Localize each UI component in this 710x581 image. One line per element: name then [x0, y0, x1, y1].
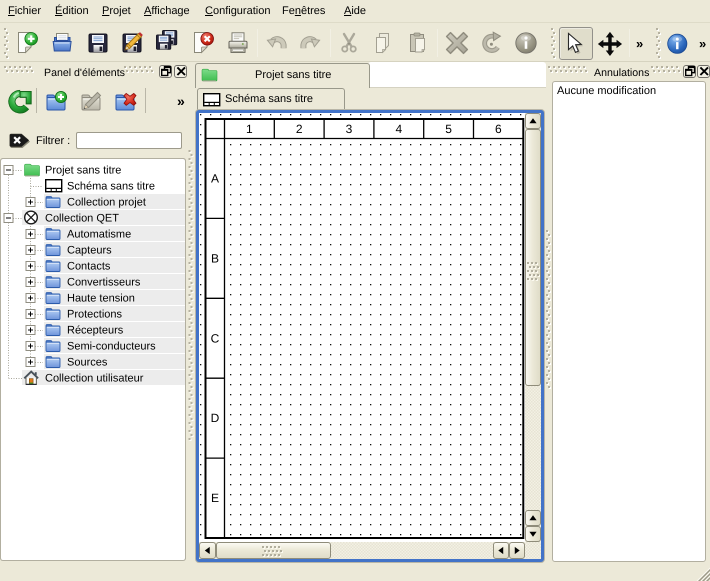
svg-text:Convertisseurs: Convertisseurs	[67, 277, 141, 289]
svg-text:Récepteurs: Récepteurs	[67, 325, 124, 337]
svg-text:Sources: Sources	[67, 357, 108, 369]
svg-text:Schéma sans titre: Schéma sans titre	[67, 181, 155, 193]
svg-text:Collection projet: Collection projet	[67, 197, 146, 209]
svg-text:Semi-conducteurs: Semi-conducteurs	[67, 341, 156, 353]
svg-text:Capteurs: Capteurs	[67, 245, 112, 257]
svg-text:Collection QET: Collection QET	[45, 213, 119, 225]
svg-text:Projet sans titre: Projet sans titre	[45, 165, 121, 177]
svg-text:Automatisme: Automatisme	[67, 229, 131, 241]
svg-text:Protections: Protections	[67, 309, 123, 321]
svg-text:Contacts: Contacts	[67, 261, 111, 273]
svg-text:Collection utilisateur: Collection utilisateur	[45, 373, 144, 385]
svg-text:Haute tension: Haute tension	[67, 293, 135, 305]
